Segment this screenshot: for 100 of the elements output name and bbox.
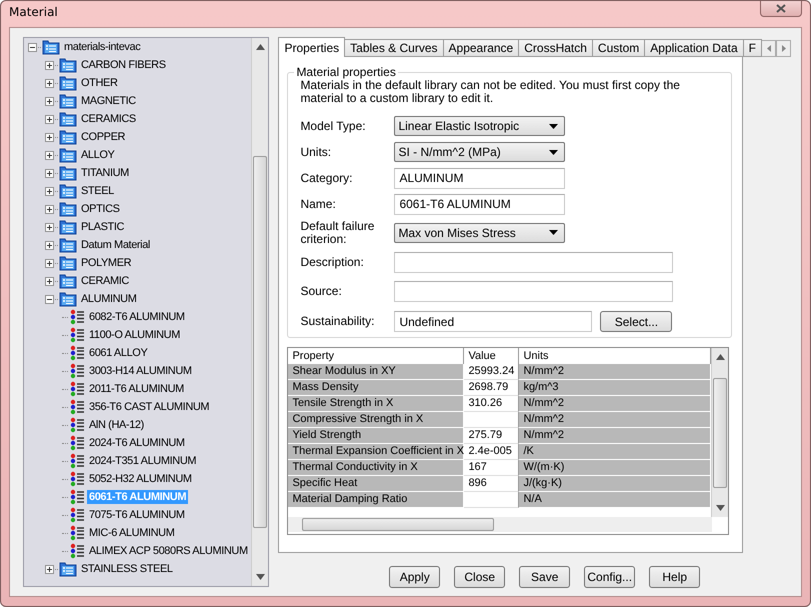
tree-item[interactable]: 356-T6 CAST ALUMINUM — [87, 400, 212, 414]
expand-icon[interactable] — [45, 114, 54, 124]
table-cell: Tensile Strength in X — [288, 396, 464, 412]
tree-item[interactable]: AlN (HA-12) — [87, 418, 146, 432]
table-cell[interactable]: 2.4e-005 — [464, 444, 520, 460]
tree-item[interactable]: 2011-T6 ALUMINUM — [87, 382, 186, 396]
scroll-up-icon[interactable] — [716, 354, 725, 360]
tree-item[interactable]: OTHER — [79, 76, 120, 90]
field-label: Description: — [300, 256, 365, 269]
expand-icon[interactable] — [45, 168, 54, 178]
scrollbar[interactable] — [711, 348, 728, 517]
expand-icon[interactable] — [45, 78, 54, 88]
expand-icon[interactable] — [45, 276, 54, 286]
expand-icon[interactable] — [45, 96, 54, 106]
table-cell[interactable]: 310.26 — [464, 396, 520, 412]
expand-icon[interactable] — [45, 222, 54, 232]
tree-item[interactable]: 6082-T6 ALUMINUM — [87, 310, 187, 324]
tab-scroll-left-button[interactable] — [761, 40, 776, 57]
folder-icon — [59, 75, 77, 91]
table-cell[interactable]: 896 — [464, 476, 520, 492]
tree-item[interactable]: 2024-T351 ALUMINUM — [87, 454, 198, 468]
tree-item[interactable]: 6061 ALLOY — [87, 346, 150, 360]
tree-item[interactable]: 2024-T6 ALUMINUM — [87, 436, 187, 450]
folder-icon — [59, 93, 77, 109]
table-cell[interactable]: 25993.24 — [464, 364, 520, 380]
scroll-up-icon[interactable] — [256, 44, 265, 50]
text-field[interactable]: ALUMINUM — [394, 168, 566, 188]
close-icon — [776, 4, 786, 12]
tree-item[interactable]: STAINLESS STEEL — [79, 562, 175, 576]
text-field[interactable] — [394, 281, 674, 302]
tree-item[interactable]: Datum Material — [79, 238, 152, 252]
expand-icon[interactable] — [45, 132, 54, 142]
folder-icon — [59, 183, 77, 199]
tab[interactable]: Tables & Curves — [344, 39, 444, 57]
material-icon — [69, 345, 85, 361]
folder-icon — [59, 291, 77, 307]
tree-item[interactable]: CERAMICS — [79, 112, 138, 126]
tree-item[interactable]: CERAMIC — [79, 274, 131, 288]
collapse-icon[interactable] — [45, 294, 54, 304]
text-field[interactable]: 6061-T6 ALUMINUM — [394, 194, 566, 214]
tree-item[interactable]: 1100-O ALUMINUM — [87, 328, 182, 342]
collapse-icon[interactable] — [28, 42, 37, 52]
tab[interactable]: CrossHatch — [518, 39, 593, 57]
tab[interactable]: Properties — [278, 37, 346, 57]
dropdown[interactable]: Linear Elastic Isotropic — [394, 116, 566, 136]
select-button[interactable]: Select... — [600, 311, 672, 332]
tree-item[interactable]: MIC-6 ALUMINUM — [87, 526, 176, 540]
scroll-down-icon[interactable] — [256, 574, 265, 580]
folder-icon — [42, 39, 60, 55]
tree-item[interactable]: CARBON FIBERS — [79, 58, 168, 72]
table-cell[interactable]: 2698.79 — [464, 380, 520, 396]
expand-icon[interactable] — [45, 240, 54, 250]
text-field[interactable]: Undefined — [394, 311, 592, 332]
table-cell[interactable] — [464, 412, 520, 428]
tree-item[interactable]: 5052-H32 ALUMINUM — [87, 472, 194, 486]
tree-item[interactable]: POLYMER — [79, 256, 134, 270]
dropdown[interactable]: SI - N/mm^2 (MPa) — [394, 142, 566, 162]
dialog-button[interactable]: Config... — [584, 566, 636, 588]
text-field[interactable] — [394, 252, 674, 273]
table-cell[interactable]: 167 — [464, 460, 520, 476]
folder-icon — [59, 201, 77, 217]
material-icon — [69, 525, 85, 541]
tree-item[interactable]: TITANIUM — [79, 166, 131, 180]
dialog-button[interactable]: Save — [519, 566, 570, 588]
tab-scroll-right-button[interactable] — [776, 40, 791, 57]
material-icon — [69, 489, 85, 505]
table-cell[interactable]: 275.79 — [464, 428, 520, 444]
tree-item[interactable]: OPTICS — [79, 202, 122, 216]
dialog-button[interactable]: Close — [454, 566, 506, 588]
scrollbar[interactable] — [251, 38, 268, 586]
expand-icon[interactable] — [45, 150, 54, 160]
horizontal-scrollbar[interactable] — [288, 517, 712, 532]
expand-icon[interactable] — [45, 60, 54, 70]
tree-item[interactable]: COPPER — [79, 130, 128, 144]
tree-item[interactable]: 7075-T6 ALUMINUM — [87, 508, 187, 522]
tab[interactable]: Application Data — [644, 39, 744, 57]
tree-item[interactable]: ALIMEX ACP 5080RS ALUMINUM — [87, 544, 250, 558]
dialog-button[interactable]: Help — [649, 566, 700, 588]
expand-icon[interactable] — [45, 564, 54, 574]
tab[interactable]: Appearance — [442, 39, 520, 57]
expand-icon[interactable] — [45, 204, 54, 214]
dialog-button[interactable]: Apply — [389, 566, 440, 588]
tree-item[interactable]: ALUMINUM — [79, 292, 138, 306]
field-label: Sustainability: — [300, 315, 376, 328]
expand-icon[interactable] — [45, 186, 54, 196]
scroll-down-icon[interactable] — [716, 505, 725, 511]
tree-item[interactable]: MAGNETIC — [79, 94, 138, 108]
close-button[interactable] — [760, 1, 802, 17]
folder-icon — [59, 273, 77, 289]
tree-item[interactable]: materials-intevac — [62, 40, 142, 54]
tree-item[interactable]: 3003-H14 ALUMINUM — [87, 364, 194, 378]
tree-item[interactable]: ALLOY — [79, 148, 116, 162]
table-cell: /K — [519, 444, 712, 460]
tab[interactable]: F — [742, 39, 762, 57]
dropdown[interactable]: Max von Mises Stress — [394, 222, 566, 242]
expand-icon[interactable] — [45, 258, 54, 268]
tree-item[interactable]: STEEL — [79, 184, 116, 198]
table-cell[interactable] — [464, 492, 520, 508]
tab[interactable]: Custom — [592, 39, 646, 57]
tree-item[interactable]: PLASTIC — [79, 220, 126, 234]
